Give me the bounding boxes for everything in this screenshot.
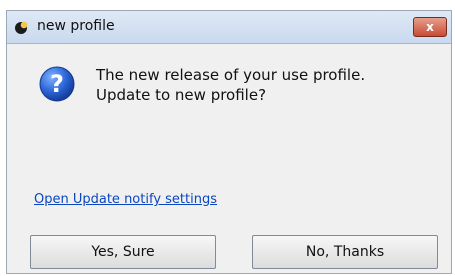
close-button[interactable]: x bbox=[413, 17, 447, 37]
yes-sure-button[interactable]: Yes, Sure bbox=[30, 235, 216, 269]
dialog-message: The new release of your use profile. Upd… bbox=[96, 65, 365, 105]
app-icon bbox=[15, 21, 28, 34]
question-icon: ? bbox=[39, 66, 75, 102]
no-thanks-button[interactable]: No, Thanks bbox=[252, 235, 438, 269]
close-icon: x bbox=[426, 20, 434, 34]
message-line-1: The new release of your use profile. bbox=[96, 66, 366, 84]
dialog-window: new profile x ? The new release of your … bbox=[6, 10, 452, 274]
open-update-settings-link[interactable]: Open Update notify settings bbox=[34, 192, 217, 207]
window-title: new profile bbox=[37, 18, 115, 34]
svg-text:?: ? bbox=[50, 70, 64, 98]
title-bar[interactable]: new profile x bbox=[7, 11, 451, 44]
message-line-2: Update to new profile? bbox=[96, 86, 267, 104]
